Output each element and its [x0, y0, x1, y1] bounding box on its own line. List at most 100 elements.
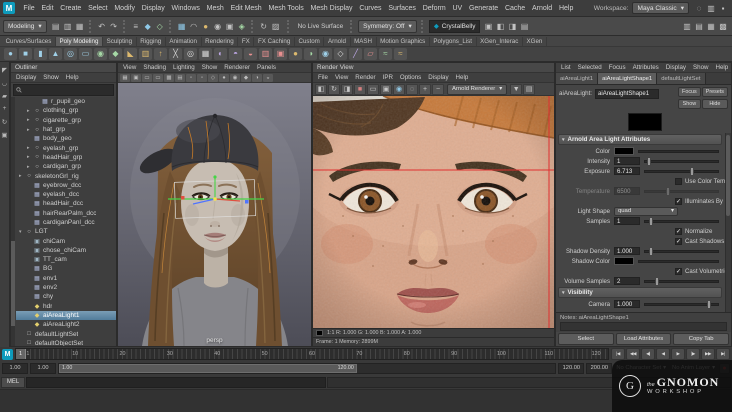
select-tool-icon[interactable]: ◤: [0, 65, 9, 74]
region-render-icon[interactable]: ▭: [367, 83, 379, 95]
outliner-item-tt-cam[interactable]: ▣ TT_cam: [16, 255, 116, 264]
relax-icon[interactable]: ◑: [304, 48, 317, 60]
film-gate-icon[interactable]: ▭: [142, 73, 152, 82]
checkbox-cast-shadows[interactable]: ✓: [675, 237, 682, 245]
wireframe-icon[interactable]: ◇: [208, 73, 218, 82]
attr-slider-shadow-density[interactable]: [644, 246, 719, 256]
light-color-sample[interactable]: [628, 113, 662, 131]
menu-uv[interactable]: UV: [449, 3, 466, 14]
attr-slider-samples[interactable]: [644, 216, 719, 226]
shelf-tab-polygons-list[interactable]: Polygons_List: [430, 37, 477, 46]
attr-field-shadow-density[interactable]: 1.000: [614, 247, 640, 255]
shelf-tab-rendering[interactable]: Rendering: [202, 37, 239, 46]
viewport-canvas[interactable]: persp: [118, 83, 311, 346]
bridge-icon[interactable]: ▥: [139, 48, 152, 60]
field-chart-icon[interactable]: ▤: [175, 73, 185, 82]
menu-mesh[interactable]: Mesh: [203, 3, 227, 14]
tool-settings-icon[interactable]: ▤: [693, 20, 705, 33]
menu-cache[interactable]: Cache: [502, 3, 529, 14]
boolean-icon[interactable]: ◒: [244, 48, 257, 60]
node-name-field[interactable]: aiAreaLightShape1: [595, 89, 660, 99]
menu-surfaces[interactable]: Surfaces: [385, 3, 419, 14]
scale-tool-icon[interactable]: ▣: [0, 130, 9, 139]
knife-icon[interactable]: ╱: [349, 48, 362, 60]
multicut-icon[interactable]: ╳: [169, 48, 182, 60]
workspace-layout-icon[interactable]: ▥: [705, 2, 717, 14]
play-backwards-button[interactable]: ◀: [656, 348, 670, 360]
undo-icon[interactable]: ↶: [96, 20, 108, 33]
viewport-menu-shading[interactable]: Shading: [140, 64, 169, 71]
outliner-item-hdr[interactable]: ◆ hdr: [16, 302, 116, 311]
select-hierarchy-icon[interactable]: ≡: [130, 20, 142, 33]
attribute-editor-tab-defaultlightset[interactable]: defaultLightSet: [657, 73, 706, 84]
attr-slider-color[interactable]: [638, 149, 719, 153]
hide-button[interactable]: Hide: [701, 98, 728, 109]
sphere-icon[interactable]: ●: [4, 48, 17, 60]
sculpt-icon[interactable]: ●: [289, 48, 302, 60]
lock-icon[interactable]: ▪: [717, 2, 729, 14]
shelf-tab-curves-surfaces[interactable]: Curves/Surfaces: [2, 37, 56, 46]
current-frame-marker[interactable]: 1: [16, 349, 26, 359]
outliner-item-body-geo[interactable]: ▦ body_geo: [16, 134, 116, 143]
step-forward-key-button[interactable]: ▶▶: [701, 348, 715, 360]
redo-icon[interactable]: ↷: [108, 20, 120, 33]
construction-history-icon[interactable]: ▨: [270, 20, 282, 33]
attr-slider-camera[interactable]: [644, 299, 719, 309]
playback-start-field[interactable]: 1.00: [30, 362, 56, 374]
menu-mesh-tools[interactable]: Mesh Tools: [265, 3, 307, 14]
copy-tab-button[interactable]: Copy Tab: [673, 333, 730, 345]
outliner-item-defaultlightset[interactable]: □ defaultLightSet: [16, 329, 116, 338]
render-settings-icon[interactable]: ▤: [518, 20, 530, 33]
outliner-item-skeletongrl-rig[interactable]: ▸ ○ skeletonGrl_rig: [16, 171, 116, 180]
status-line-separator[interactable]: [168, 19, 173, 33]
menu-arnold[interactable]: Arnold: [529, 3, 556, 14]
outliner-item-defaultobjectset[interactable]: □ defaultObjectSet: [16, 339, 116, 346]
shelf-tab-poly-modeling[interactable]: Poly Modeling: [55, 37, 103, 46]
notes-textarea[interactable]: [560, 322, 727, 331]
outliner-item-hairrearpalm-dcc[interactable]: ▦ hairRearPalm_dcc: [16, 209, 116, 218]
status-line-separator[interactable]: [420, 19, 425, 33]
outliner-item-env2[interactable]: ▦ env2: [16, 283, 116, 292]
attr-field-exposure[interactable]: 6.713: [614, 167, 640, 175]
plane-icon[interactable]: ▭: [79, 48, 92, 60]
attribute-editor-menu-show[interactable]: Show: [690, 64, 711, 71]
shelf-tab-fx[interactable]: FX: [238, 37, 255, 46]
rotate-tool-icon[interactable]: ↻: [0, 117, 9, 126]
color-swatch-color[interactable]: [614, 147, 634, 155]
outliner-menu-display[interactable]: Display: [13, 74, 39, 81]
checkbox-normalize[interactable]: ✓: [675, 227, 682, 235]
animation-end-field[interactable]: 200.00: [586, 362, 613, 374]
render-view-menu-view[interactable]: View: [332, 74, 351, 81]
select-button[interactable]: Select: [558, 333, 614, 345]
grid-icon[interactable]: ▦: [120, 73, 130, 82]
grab-icon[interactable]: ◉: [319, 48, 332, 60]
outliner-item-bg[interactable]: ▦ BG: [16, 264, 116, 273]
show-button[interactable]: Show: [678, 98, 701, 109]
outliner-search-input[interactable]: [24, 86, 111, 94]
render-current-frame-icon[interactable]: ◧: [494, 20, 506, 33]
pinch-icon[interactable]: ◇: [334, 48, 347, 60]
attr-field-samples[interactable]: 1: [614, 217, 640, 225]
outliner-item-cardiganpanl-dcc[interactable]: ▦ cardiganPanl_dcc: [16, 218, 116, 227]
maya-logo-icon[interactable]: M: [3, 2, 15, 14]
command-line-input[interactable]: [26, 376, 326, 388]
textured-icon[interactable]: ◉: [230, 73, 240, 82]
redo-render-icon[interactable]: ↻: [328, 83, 340, 95]
focus-button[interactable]: Focus: [678, 87, 701, 97]
menu-help[interactable]: Help: [556, 3, 577, 14]
disc-icon[interactable]: ◉: [94, 48, 107, 60]
render-view-menu-ipr[interactable]: IPR: [380, 74, 396, 81]
attr-field-volume-samples[interactable]: 2: [614, 277, 640, 285]
command-language-toggle[interactable]: MEL: [1, 376, 25, 388]
attr-field-temperature[interactable]: 6500: [614, 187, 640, 195]
symmetry-dropdown[interactable]: Symmetry: Off ▾: [358, 19, 417, 33]
render-view-menu-file[interactable]: File: [315, 74, 331, 81]
extrude-icon[interactable]: ↑: [154, 48, 167, 60]
render-view-menu-render[interactable]: Render: [352, 74, 378, 81]
outliner-item-eyelash-grp[interactable]: ▸ ○ eyelash_grp: [16, 143, 116, 152]
snap-curve-icon[interactable]: ◠: [188, 20, 200, 33]
menu-windows[interactable]: Windows: [168, 3, 203, 14]
outliner-item-lgt[interactable]: ▾ ○ LGT: [16, 227, 116, 236]
menu-modify[interactable]: Modify: [111, 3, 138, 14]
outliner-item-chicam[interactable]: ▣ chiCam: [16, 236, 116, 245]
